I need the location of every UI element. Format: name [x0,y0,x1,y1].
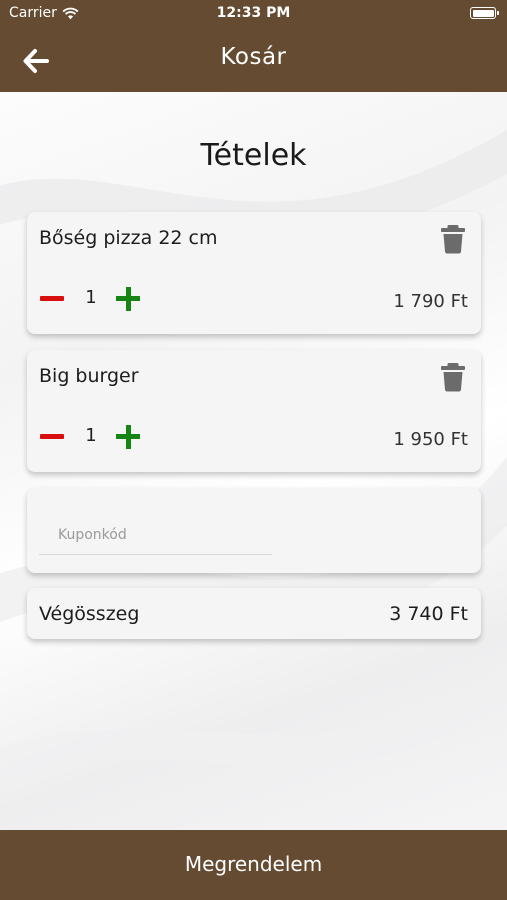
decrease-quantity-button[interactable] [39,284,65,314]
trash-icon[interactable] [440,362,466,392]
quantity-stepper: 1 [39,422,169,452]
cart-item-card: Big burger 1 1 950 Ft [27,350,481,472]
trash-icon[interactable] [440,224,466,254]
item-name: Bőség pizza 22 cm [39,227,218,249]
battery-icon [470,7,499,19]
increase-quantity-button[interactable] [114,284,142,314]
item-price: 1 950 Ft [393,429,468,450]
quantity-value: 1 [85,287,97,308]
place-order-button[interactable]: Megrendelem [0,830,507,900]
navigation-bar: Kosár [0,30,507,92]
item-name: Big burger [39,365,139,387]
cart-item-card: Bőség pizza 22 cm 1 1 790 Ft [27,212,481,334]
status-bar: Carrier 12:33 PM [0,0,507,30]
items-section-title: Tételek [200,138,307,173]
item-price: 1 790 Ft [393,291,468,312]
coupon-code-input[interactable] [39,516,272,555]
place-order-label: Megrendelem [184,852,323,876]
quantity-value: 1 [85,425,97,446]
quantity-stepper: 1 [39,284,169,314]
total-label: Végösszeg [39,603,140,625]
increase-quantity-button[interactable] [114,422,142,452]
coupon-card [27,488,481,573]
page-title: Kosár [220,44,287,70]
decrease-quantity-button[interactable] [39,422,65,452]
total-value: 3 740 Ft [389,603,468,625]
total-card: Végösszeg 3 740 Ft [27,588,481,639]
clock: 12:33 PM [216,5,291,21]
